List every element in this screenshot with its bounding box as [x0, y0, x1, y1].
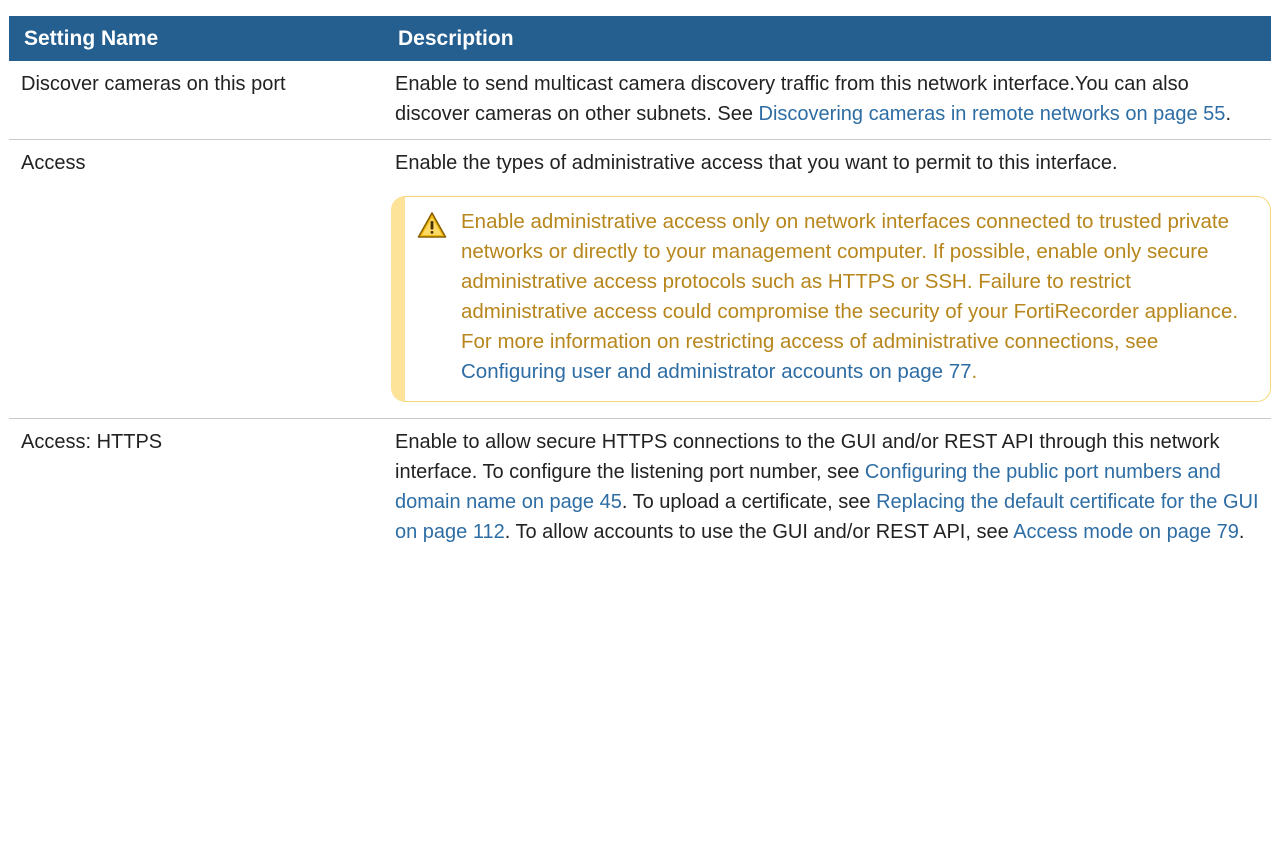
link-discovering-cameras[interactable]: Discovering cameras in remote networks o…	[759, 103, 1226, 125]
description-text: . To allow accounts to use the GUI and/o…	[504, 521, 1014, 543]
description-text: Enable the types of administrative acces…	[395, 152, 1118, 174]
table-row: Discover cameras on this port Enable to …	[9, 61, 1271, 140]
setting-name-discover: Discover cameras on this port	[9, 61, 383, 140]
header-description: Description	[383, 16, 1271, 61]
table-header-row: Setting Name Description	[9, 16, 1271, 61]
warning-text: .	[971, 360, 978, 383]
setting-name-access: Access	[9, 139, 383, 419]
table-row: Access: HTTPS Enable to allow secure HTT…	[9, 419, 1271, 558]
description-text: .	[1238, 521, 1245, 543]
description-text: .	[1225, 103, 1231, 125]
header-setting-name: Setting Name	[9, 16, 383, 61]
link-access-mode[interactable]: Access mode on page 79	[1013, 521, 1239, 543]
document-page: Setting Name Description Discover camera…	[0, 0, 1271, 852]
description-text: . To upload a certificate, see	[621, 491, 877, 513]
settings-table: Setting Name Description Discover camera…	[9, 16, 1271, 557]
warning-text: Enable administrative access only on net…	[461, 210, 1239, 353]
warning-triangle-icon	[417, 212, 447, 238]
setting-description-access: Enable the types of administrative acces…	[383, 139, 1271, 419]
setting-name-https: Access: HTTPS	[21, 431, 163, 453]
table-row: Access Enable the types of administrativ…	[9, 139, 1271, 419]
link-configuring-user-accounts[interactable]: Configuring user and administrator accou…	[461, 360, 972, 383]
setting-description-discover: Enable to send multicast camera discover…	[383, 61, 1271, 140]
setting-description-https: Enable to allow secure HTTPS connections…	[383, 419, 1271, 558]
warning-callout: Enable administrative access only on net…	[391, 196, 1271, 402]
